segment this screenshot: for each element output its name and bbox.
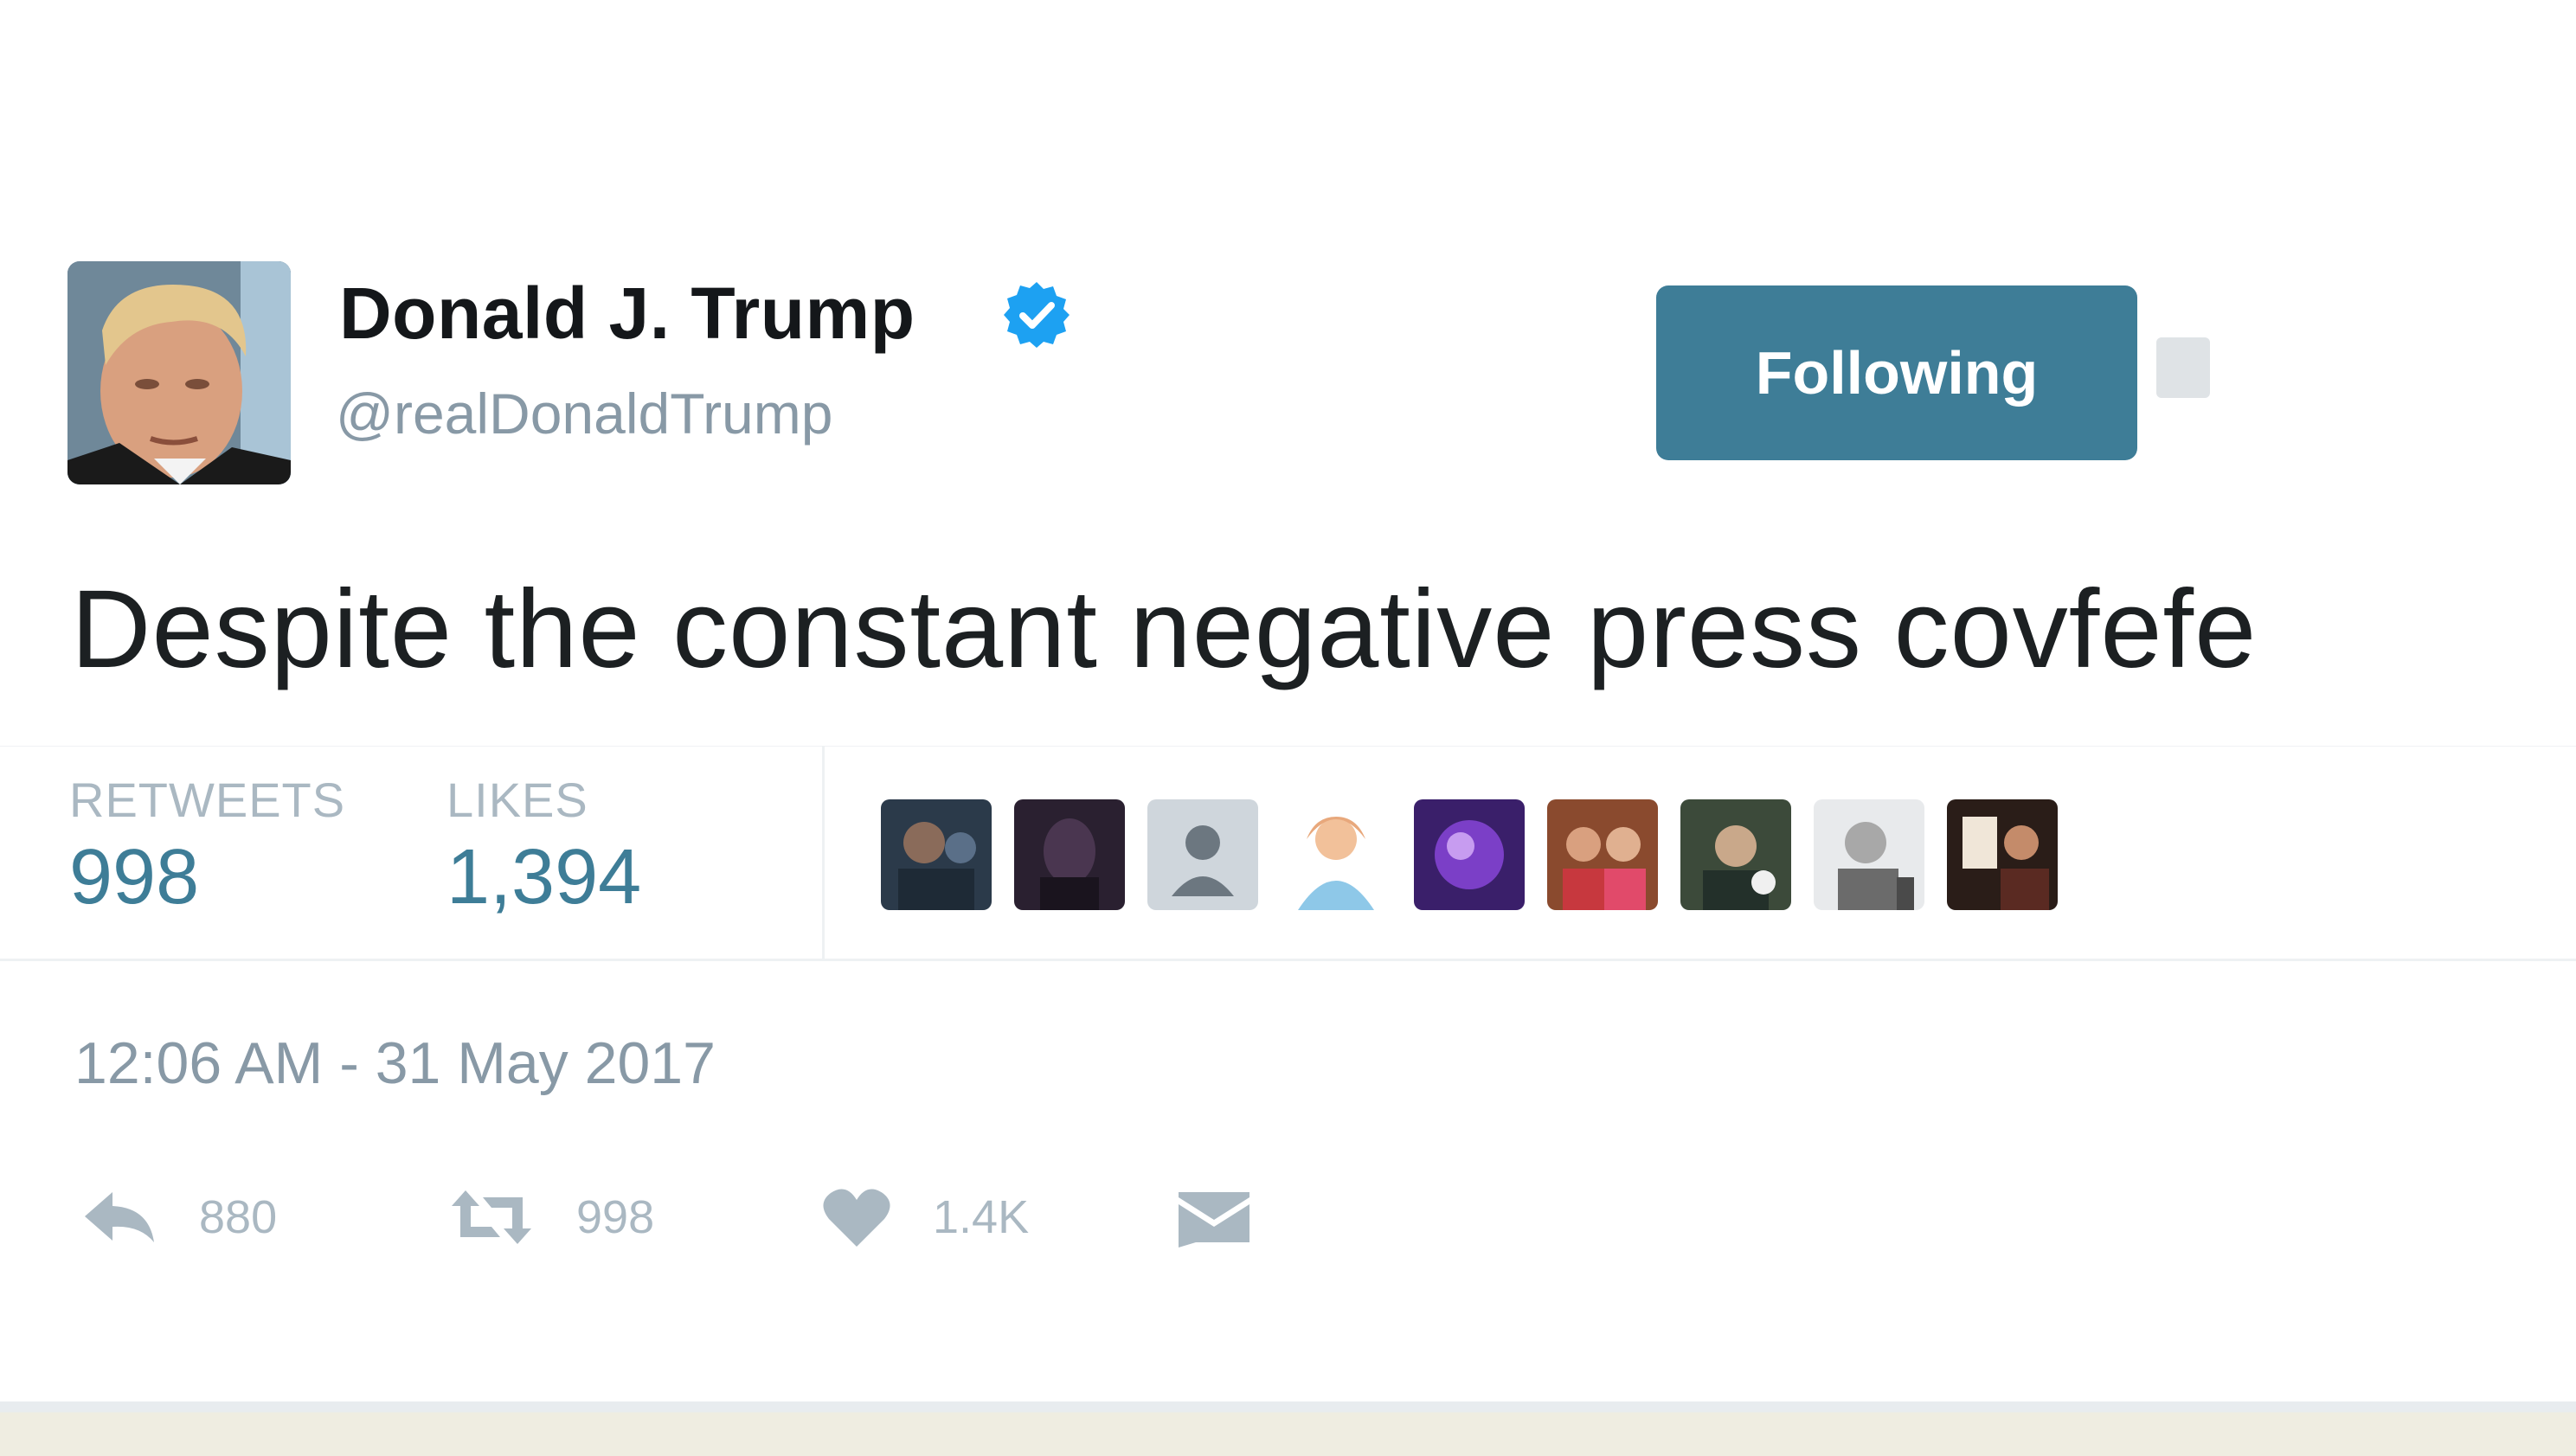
likes-stat[interactable]: LIKES 1,394 <box>446 772 641 922</box>
liker-avatars <box>881 799 2058 910</box>
likes-count: 1,394 <box>446 834 642 920</box>
divider <box>0 959 2576 961</box>
liker-avatar[interactable] <box>1414 799 1525 910</box>
divider <box>822 746 825 959</box>
retweet-icon <box>452 1190 531 1244</box>
liker-avatar[interactable] <box>1014 799 1125 910</box>
divider <box>0 746 2576 747</box>
caret-icon[interactable] <box>2156 337 2210 398</box>
following-button[interactable]: Following <box>1656 285 2137 460</box>
user-handle[interactable]: @realDonaldTrump <box>336 381 832 446</box>
like-count: 1.4K <box>933 1191 1030 1243</box>
page-footer-band <box>0 1401 2576 1456</box>
heart-icon <box>823 1189 890 1247</box>
retweets-count: 998 <box>69 834 200 920</box>
like-button[interactable]: 1.4K <box>822 1178 1029 1256</box>
tweet-card: Donald J. Trump @realDonaldTrump Followi… <box>0 0 2576 1401</box>
liker-avatar[interactable] <box>1281 799 1391 910</box>
tweet-text: Despite the constant negative press covf… <box>71 568 2258 691</box>
tweet-timestamp[interactable]: 12:06 AM - 31 May 2017 <box>74 1029 716 1097</box>
liker-avatar[interactable] <box>1947 799 2058 910</box>
avatar[interactable] <box>67 261 291 484</box>
liker-avatar[interactable] <box>1680 799 1791 910</box>
direct-message-button[interactable] <box>1175 1178 1253 1256</box>
retweets-stat[interactable]: RETWEETS 998 <box>69 772 345 922</box>
reply-count: 880 <box>199 1191 278 1243</box>
display-name[interactable]: Donald J. Trump <box>339 270 915 356</box>
retweet-count: 998 <box>576 1191 655 1243</box>
page: Donald J. Trump @realDonaldTrump Followi… <box>0 0 2576 1456</box>
liker-avatar[interactable] <box>1147 799 1258 910</box>
retweet-button[interactable]: 998 <box>448 1178 654 1256</box>
likes-label: LIKES <box>446 773 588 827</box>
verified-badge-icon <box>1000 279 1073 351</box>
reply-button[interactable]: 880 <box>80 1178 277 1256</box>
liker-avatar[interactable] <box>881 799 992 910</box>
reply-icon <box>85 1192 154 1242</box>
liker-avatar[interactable] <box>1814 799 1924 910</box>
retweets-label: RETWEETS <box>69 773 346 827</box>
direct-message-icon <box>1179 1192 1249 1248</box>
liker-avatar[interactable] <box>1547 799 1658 910</box>
